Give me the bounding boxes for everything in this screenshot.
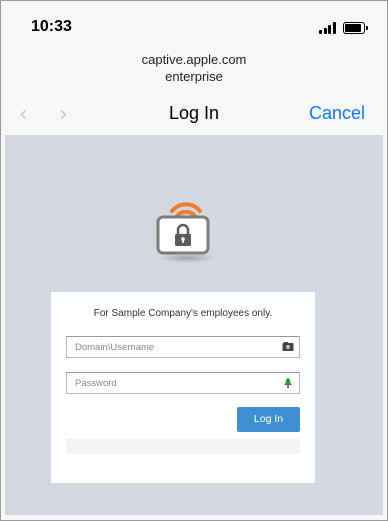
- status-bar: 10:33: [1, 1, 387, 49]
- cancel-button[interactable]: Cancel: [309, 103, 365, 124]
- host-domain: captive.apple.com: [141, 52, 247, 67]
- status-time: 10:33: [31, 18, 72, 35]
- login-card: For Sample Company's employees only. Log…: [51, 292, 315, 483]
- log-in-button[interactable]: Log In: [237, 407, 300, 432]
- navigation-bar: ‹ › Log In Cancel: [1, 93, 387, 135]
- status-strip: [66, 439, 300, 454]
- host-header: captive.apple.com enterprise: [1, 51, 387, 85]
- captive-portal-content: For Sample Company's employees only. Log…: [5, 135, 383, 515]
- id-card-icon: [282, 342, 294, 351]
- cellular-signal-icon: [319, 22, 337, 34]
- username-input[interactable]: [75, 340, 275, 354]
- phone-screen: 10:33 captive.apple.com enterprise ‹ › L…: [0, 0, 388, 521]
- username-field[interactable]: [66, 336, 300, 358]
- password-field[interactable]: [66, 372, 300, 394]
- lock-shadow: [157, 253, 217, 263]
- battery-icon: [343, 22, 368, 34]
- host-subtitle: enterprise: [165, 69, 223, 84]
- employee-notice: For Sample Company's employees only.: [93, 308, 273, 319]
- tree-icon: [284, 377, 292, 388]
- password-input[interactable]: [75, 376, 275, 390]
